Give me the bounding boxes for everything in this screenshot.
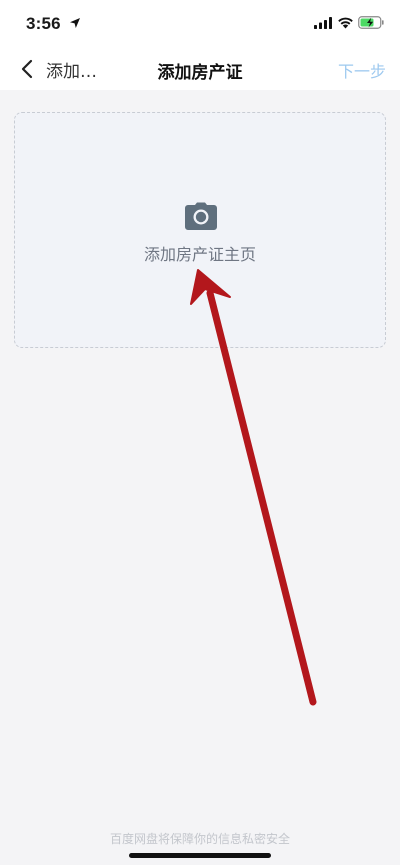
cellular-signal-icon [314,17,332,29]
upload-label: 添加房产证主页 [143,245,256,264]
privacy-notice: 百度网盘将保障你的信息私密安全 [109,832,290,846]
add-deed-main-page-upload[interactable]: 添加房产证主页 [14,112,386,348]
next-step-button[interactable]: 下一步 [338,58,386,82]
camera-icon [185,202,217,230]
status-time: 3:56 [26,14,61,33]
nav-bar: 添加… 添加房产证 下一步 [0,48,400,90]
battery-charging-icon [358,16,384,29]
location-arrow-icon [70,18,80,28]
status-bar: 3:56 [0,0,400,48]
home-indicator[interactable] [129,853,271,858]
wifi-icon [338,17,353,29]
